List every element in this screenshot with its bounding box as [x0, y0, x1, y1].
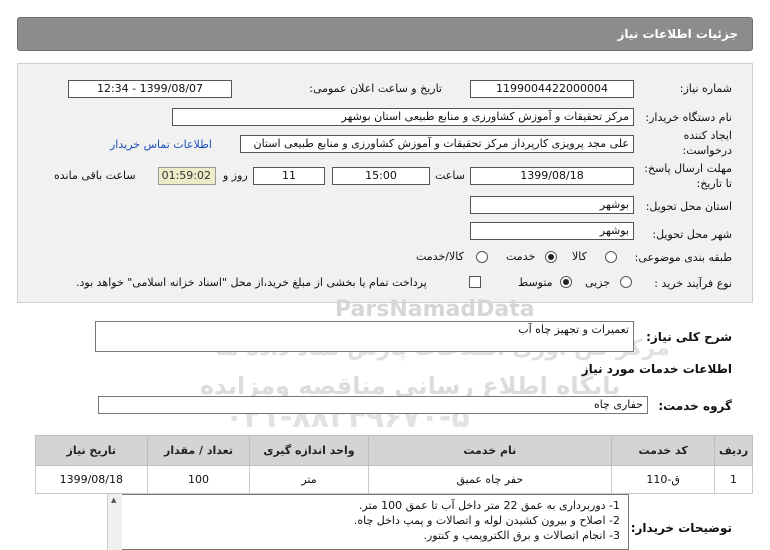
treasury-payment-checkbox[interactable]: [469, 276, 481, 288]
buyer-org-field[interactable]: مرکز تحقیقات و آموزش کشاورزی و منابع طبی…: [172, 108, 634, 126]
process-option-minor: جزیی: [585, 276, 611, 289]
buyer-note-line: 3- انجام اتصالات و برق الکتروپمپ و کنتور…: [423, 529, 620, 542]
need-number-label: شماره نیاز:: [679, 82, 732, 95]
buyer-notes-label: توضیحات خریدار:: [630, 521, 732, 535]
cell-code: ق-110: [611, 465, 716, 494]
province-field[interactable]: بوشهر: [470, 196, 634, 214]
buyer-contact-link[interactable]: اطلاعات تماس خریدار: [110, 138, 212, 151]
cell-name: حفر چاه عمیق: [367, 465, 613, 494]
cell-unit: متر: [249, 465, 369, 494]
creator-field[interactable]: علی مجد پرویزی کارپرداز مرکز تحقیقات و آ…: [240, 135, 634, 153]
need-number-field[interactable]: 1199004422000004: [470, 80, 634, 98]
creator-label-line1: ایجاد کننده: [683, 129, 732, 142]
cell-row: 1: [714, 465, 753, 494]
need-details-page: جزئیات اطلاعات نیاز شماره نیاز: 11990044…: [0, 0, 770, 550]
process-type-label: نوع فرآیند خرید :: [654, 277, 732, 290]
deadline-time-field[interactable]: 15:00: [332, 167, 430, 185]
process-option-medium: متوسط: [518, 276, 553, 289]
page-header: جزئیات اطلاعات نیاز: [17, 17, 753, 51]
cell-qty: 100: [146, 465, 251, 494]
category-radio-service[interactable]: [545, 251, 557, 263]
remaining-time-field: 01:59:02: [158, 167, 216, 185]
cell-date: 1399/08/18: [35, 465, 148, 494]
deadline-label-line1: مهلت ارسال پاسخ:: [644, 162, 732, 175]
col-qty-header: تعداد / مقدار: [146, 435, 251, 466]
buyer-org-label: نام دستگاه خریدار:: [645, 111, 732, 124]
watermark-brand: ParsNamadData: [335, 297, 535, 322]
city-field[interactable]: بوشهر: [470, 222, 634, 240]
announce-date-field[interactable]: 1399/08/07 - 12:34: [68, 80, 232, 98]
announce-date-label: تاریخ و ساعت اعلان عمومی:: [309, 82, 442, 95]
category-label: طبقه بندی موضوعی:: [634, 251, 732, 264]
category-option-both: کالا/خدمت: [416, 250, 464, 263]
city-label: شهر محل تحویل:: [652, 228, 732, 241]
scroll-up-icon[interactable]: ▲: [111, 496, 116, 504]
page-title: جزئیات اطلاعات نیاز: [617, 27, 738, 41]
table-header-row: ردیف کد خدمت نام خدمت واحد اندازه گیری ت…: [35, 435, 753, 466]
deadline-time-label: ساعت: [435, 169, 465, 182]
buyer-notes-textarea[interactable]: 1- دوربرداری به عمق 22 متر داخل آب تا عم…: [107, 494, 629, 550]
category-radio-goods[interactable]: [605, 251, 617, 263]
notes-scrollbar[interactable]: ▲: [107, 494, 122, 550]
col-unit-header: واحد اندازه گیری: [249, 435, 369, 466]
buyer-note-line: 2- اصلاح و بیرون کشیدن لوله و اتصالات و …: [353, 514, 620, 527]
service-group-field[interactable]: حفاری چاه: [98, 396, 648, 414]
province-label: استان محل تحویل:: [645, 200, 732, 213]
category-radio-both[interactable]: [476, 251, 488, 263]
days-remaining-field[interactable]: 11: [253, 167, 325, 185]
deadline-date-field[interactable]: 1399/08/18: [470, 167, 634, 185]
table-row[interactable]: 1 ق-110 حفر چاه عمیق متر 100 1399/08/18: [35, 465, 753, 494]
summary-label: شرح کلی نیاز:: [646, 330, 732, 344]
creator-label-line2: درخواست:: [682, 144, 732, 157]
treasury-payment-note: پرداخت تمام یا بخشی از مبلغ خرید،از محل …: [76, 276, 427, 289]
col-date-header: تاریخ نیاز: [35, 435, 148, 466]
category-option-goods: کالا: [572, 250, 587, 263]
col-row-header: ردیف: [714, 435, 753, 466]
deadline-label-line2: تا تاریخ:: [696, 177, 732, 190]
category-option-service: خدمت: [506, 250, 536, 263]
process-radio-minor[interactable]: [620, 276, 632, 288]
remaining-time-label: ساعت باقی مانده: [54, 169, 136, 182]
summary-field[interactable]: تعمیرات و تجهیز چاه آب: [95, 321, 634, 352]
buyer-note-line: 1- دوربرداری به عمق 22 متر داخل آب تا عم…: [358, 499, 620, 512]
service-group-label: گروه خدمت:: [658, 399, 732, 413]
days-label: روز و: [223, 169, 248, 182]
services-table: ردیف کد خدمت نام خدمت واحد اندازه گیری ت…: [35, 435, 753, 494]
col-code-header: کد خدمت: [611, 435, 716, 466]
col-name-header: نام خدمت: [367, 435, 613, 466]
process-radio-medium[interactable]: [560, 276, 572, 288]
services-section-title: اطلاعات خدمات مورد نیاز: [581, 362, 732, 376]
